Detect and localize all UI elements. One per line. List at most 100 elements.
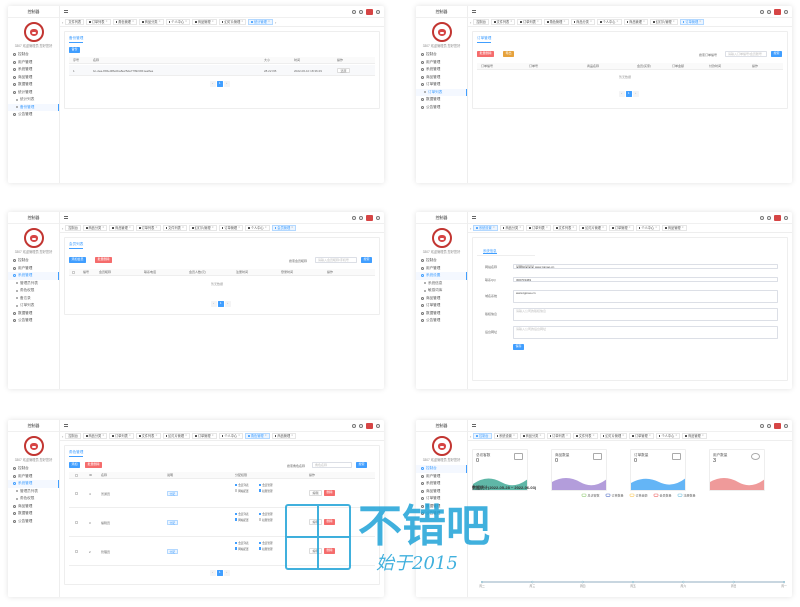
menu-user-mgmt[interactable]: 用户管理 — [8, 473, 59, 481]
delete-button[interactable]: 删除 — [324, 548, 336, 554]
avatar[interactable] — [23, 22, 44, 42]
menu-goods-mgmt[interactable]: 商品管理 — [8, 74, 59, 82]
prev-page-button[interactable]: ‹ — [210, 570, 216, 576]
menu-data-mgmt[interactable]: 数据管理 — [8, 310, 59, 318]
qq-field[interactable]: 300703469 — [513, 276, 778, 282]
tab-goods[interactable]: 商品管理 ✕ — [662, 225, 687, 231]
row-checkbox[interactable] — [75, 521, 78, 524]
tab-slides[interactable]: 幻灯片管理 ✕ — [162, 433, 191, 439]
menu-system-mgmt[interactable]: 系统管理 — [416, 66, 467, 74]
search-input[interactable]: 角色名称 — [312, 462, 352, 468]
menu-goods-mgmt[interactable]: 商品管理 — [416, 295, 467, 303]
menu-console[interactable]: 控制台 — [8, 465, 59, 473]
tab-scroll-left-icon[interactable]: ‹ — [62, 434, 63, 439]
next-page-button[interactable]: › — [224, 570, 230, 576]
refresh-icon[interactable] — [352, 215, 356, 220]
tab-goods-cat[interactable]: 商品分类 ✕ — [82, 225, 108, 231]
tab-goods-cat[interactable]: 商品分类 ✕ — [570, 19, 596, 25]
more-icon[interactable] — [784, 215, 788, 220]
menu-user-mgmt[interactable]: 用户管理 — [8, 59, 59, 67]
menu-data-mgmt[interactable]: 数据管理 — [8, 510, 59, 518]
tab-orders[interactable]: 订单管理 ✕ — [218, 225, 244, 231]
fullscreen-icon[interactable] — [767, 423, 771, 428]
menu-sub-filelist[interactable]: 统计列表 — [8, 96, 59, 104]
tab-goods[interactable]: 商品管理 ✕ — [192, 19, 217, 25]
export-button[interactable]: 导出 — [503, 51, 515, 57]
avatar[interactable] — [23, 228, 44, 248]
tab-console[interactable]: 控制台 — [65, 433, 81, 439]
perm-checkbox[interactable]: 网站配置 — [235, 518, 249, 522]
menu-console[interactable]: 控制台 — [416, 465, 467, 473]
tab-slides[interactable]: 幻灯片管理 ✕ — [218, 19, 247, 25]
menu-sub-admin[interactable]: 管理员列表 — [8, 488, 59, 496]
tab-personal[interactable]: 个人中心 ✕ — [165, 19, 191, 25]
tab-slides[interactable]: 幻灯片管理 ✕ — [650, 19, 678, 25]
more-icon[interactable] — [784, 9, 788, 14]
tab-order-list[interactable]: 订单列表 ✕ — [109, 433, 134, 439]
menu-announce[interactable]: 公告管理 — [416, 104, 467, 112]
menu-toggle-icon[interactable] — [64, 10, 68, 13]
header-avatar[interactable] — [774, 214, 781, 221]
menu-console[interactable]: 控制台 — [416, 51, 467, 59]
search-button[interactable]: 搜索 — [356, 462, 368, 468]
avatar[interactable] — [431, 22, 452, 42]
tab-sys-setting[interactable]: 系统设置 ✕ — [493, 433, 519, 439]
fullscreen-icon[interactable] — [359, 215, 363, 220]
menu-sub-system-info[interactable]: 系统信息 — [416, 280, 467, 288]
tab-goods-cat[interactable]: 商品分类 ✕ — [520, 433, 545, 439]
next-page-button[interactable]: › — [633, 91, 639, 97]
tab-scroll-left-icon[interactable]: ‹ — [62, 20, 63, 25]
perm-checkbox[interactable]: 会员列表 — [235, 512, 249, 516]
search-input[interactable]: 请输入订单编号/会员账号 — [725, 51, 767, 57]
menu-sub-role[interactable]: 角色权限 — [8, 287, 59, 295]
delete-button[interactable]: 删除 — [324, 490, 336, 496]
menu-system-mgmt[interactable]: 系统管理 — [8, 272, 59, 280]
tab-scroll-left-icon[interactable]: ‹ — [470, 20, 471, 25]
tab-members[interactable]: 会员管理 ✕ — [271, 225, 297, 231]
more-icon[interactable] — [376, 215, 380, 220]
perm-checkbox[interactable]: 网站配置 — [235, 489, 249, 493]
search-button[interactable]: 搜索 — [361, 257, 373, 263]
refresh-icon[interactable] — [352, 9, 356, 14]
fullscreen-icon[interactable] — [767, 9, 771, 14]
tab-order-list[interactable]: 订单列表 ✕ — [526, 225, 551, 231]
page-button[interactable]: 1 — [217, 81, 223, 87]
search-button[interactable]: 搜索 — [771, 51, 783, 57]
tab-goods[interactable]: 商品管理 ✕ — [271, 433, 297, 439]
menu-data-mgmt[interactable]: 数据管理 — [8, 81, 59, 89]
tab-order-list[interactable]: 订单列表 ✕ — [546, 433, 572, 439]
page-button[interactable]: 1 — [218, 301, 224, 307]
menu-toggle-icon[interactable] — [64, 424, 68, 427]
tab-file-list[interactable]: 文件列表 ✕ — [573, 433, 598, 439]
perm-checkbox[interactable]: 会员管理 — [259, 541, 273, 545]
prev-page-button[interactable]: ‹ — [211, 301, 217, 307]
tab-console[interactable]: 控制台 — [65, 225, 81, 231]
search-input[interactable]: 请输入会员昵称/手机号 — [315, 257, 357, 263]
domain-field[interactable]: www.tgmao.cn — [513, 289, 778, 303]
tab-goods[interactable]: 商品管理 ✕ — [623, 19, 649, 25]
menu-goods-mgmt[interactable]: 商品管理 — [8, 503, 59, 511]
more-icon[interactable] — [376, 9, 380, 14]
select-all-checkbox[interactable] — [72, 271, 75, 274]
menu-announce[interactable]: 公告管理 — [8, 111, 59, 119]
menu-sub-role[interactable]: 角色权限 — [8, 495, 59, 503]
more-icon[interactable] — [376, 423, 380, 428]
bulk-delete-button[interactable]: 批量删除 — [477, 51, 495, 57]
menu-sub-memo[interactable]: 备忘录 — [8, 295, 59, 303]
add-member-button[interactable]: 添加会员 — [69, 257, 87, 263]
header-avatar[interactable] — [366, 8, 373, 15]
prev-page-button[interactable]: ‹ — [210, 81, 216, 87]
tab-orders[interactable]: 订单管理 ✕ — [192, 433, 217, 439]
fullscreen-icon[interactable] — [767, 215, 771, 220]
bulk-delete-button[interactable]: 批量删除 — [85, 462, 103, 468]
perm-checkbox[interactable]: 会员管理 — [259, 483, 273, 487]
avatar[interactable] — [431, 228, 452, 248]
page-button[interactable]: 1 — [217, 570, 223, 576]
menu-announce[interactable]: 公告管理 — [8, 317, 59, 325]
menu-sys-setting[interactable]: 系统设置 — [416, 272, 467, 280]
menu-announce[interactable]: 公告管理 — [8, 518, 59, 526]
select-all-checkbox[interactable] — [75, 474, 78, 477]
tab-file-list[interactable]: 文件列表 ✕ — [162, 225, 188, 231]
bulk-delete-button[interactable]: 批量删除 — [95, 257, 113, 263]
menu-order-mgmt[interactable]: 订单管理 — [416, 302, 467, 310]
